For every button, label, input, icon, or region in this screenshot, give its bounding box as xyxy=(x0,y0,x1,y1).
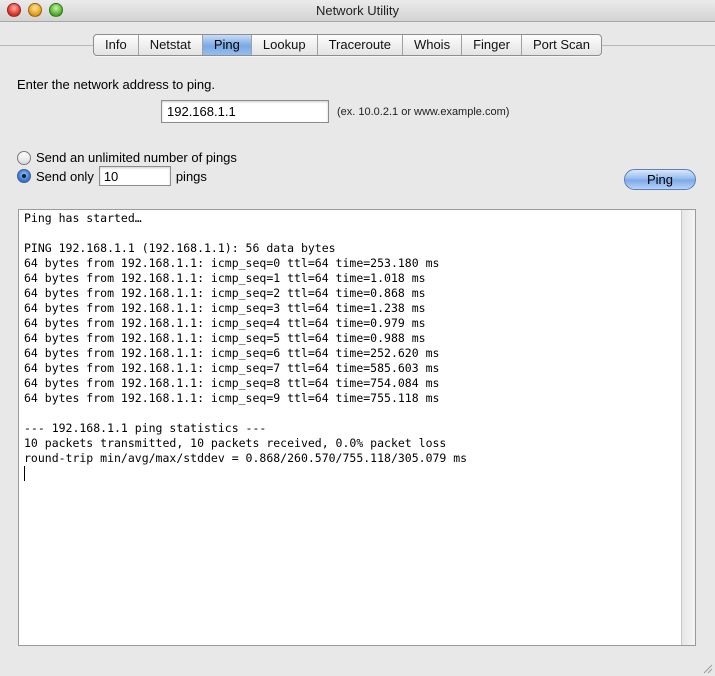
tab-whois[interactable]: Whois xyxy=(403,35,463,55)
output-line: PING 192.168.1.1 (192.168.1.1): 56 data … xyxy=(24,241,336,255)
output-line: 64 bytes from 192.168.1.1: icmp_seq=4 tt… xyxy=(24,316,426,330)
output-line: 64 bytes from 192.168.1.1: icmp_seq=6 tt… xyxy=(24,346,440,360)
ping-prompt-label: Enter the network address to ping. xyxy=(17,77,216,92)
output-line: 64 bytes from 192.168.1.1: icmp_seq=2 tt… xyxy=(24,286,426,300)
tab-port-scan[interactable]: Port Scan xyxy=(522,35,601,55)
output-line: 10 packets transmitted, 10 packets recei… xyxy=(24,436,447,450)
network-utility-window: Network Utility Info Netstat Ping Lookup Tra… xyxy=(0,0,715,676)
tab-info[interactable]: Info xyxy=(94,35,139,55)
ping-output-text[interactable]: Ping has started… PING 192.168.1.1 (192.1… xyxy=(24,210,686,645)
tab-traceroute[interactable]: Traceroute xyxy=(318,35,403,55)
output-scrollbar[interactable] xyxy=(681,210,695,645)
tab-ping[interactable]: Ping xyxy=(202,35,252,55)
ping-output-area[interactable]: Ping has started… PING 192.168.1.1 (192.1… xyxy=(18,209,696,646)
ping-button[interactable]: Ping xyxy=(624,169,696,190)
limited-pings-radio[interactable] xyxy=(17,169,31,183)
output-line: Ping has started… xyxy=(24,211,142,225)
output-line: 64 bytes from 192.168.1.1: icmp_seq=8 tt… xyxy=(24,376,440,390)
unlimited-pings-label: Send an unlimited number of pings xyxy=(36,150,237,165)
ping-count-input[interactable] xyxy=(98,166,171,186)
unlimited-pings-radio[interactable] xyxy=(17,150,31,165)
network-address-input[interactable] xyxy=(161,100,329,123)
unlimited-pings-option[interactable]: Send an unlimited number of pings xyxy=(17,150,237,165)
address-example-hint: (ex. 10.0.2.1 or www.example.com) xyxy=(337,106,510,118)
tab-lookup[interactable]: Lookup xyxy=(252,35,318,55)
tab-finger[interactable]: Finger xyxy=(462,35,522,55)
text-cursor xyxy=(24,466,25,481)
tab-netstat[interactable]: Netstat xyxy=(139,35,203,55)
output-line: --- 192.168.1.1 ping statistics --- xyxy=(24,421,267,435)
output-line: 64 bytes from 192.168.1.1: icmp_seq=1 tt… xyxy=(24,271,426,285)
output-line: 64 bytes from 192.168.1.1: icmp_seq=9 tt… xyxy=(24,391,440,405)
limited-pings-suffix-label: pings xyxy=(175,168,207,184)
title-bar[interactable]: Network Utility xyxy=(0,0,715,22)
output-line: 64 bytes from 192.168.1.1: icmp_seq=5 tt… xyxy=(24,331,426,345)
limited-pings-option[interactable]: Send only pings xyxy=(17,166,207,186)
resize-grip-icon[interactable] xyxy=(701,662,713,674)
output-line: round-trip min/avg/max/stddev = 0.868/26… xyxy=(24,451,468,465)
output-line: 64 bytes from 192.168.1.1: icmp_seq=3 tt… xyxy=(24,301,426,315)
output-line: 64 bytes from 192.168.1.1: icmp_seq=7 tt… xyxy=(24,361,440,375)
output-line: 64 bytes from 192.168.1.1: icmp_seq=0 tt… xyxy=(24,256,440,270)
tab-bar: Info Netstat Ping Lookup Traceroute Whois Fing… xyxy=(93,34,603,56)
limited-pings-prefix-label: Send only xyxy=(36,168,94,184)
window-title: Network Utility xyxy=(315,3,400,18)
